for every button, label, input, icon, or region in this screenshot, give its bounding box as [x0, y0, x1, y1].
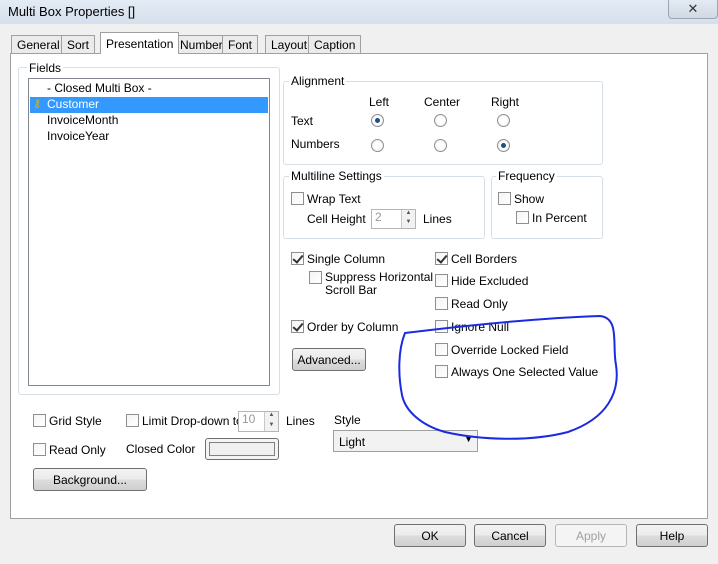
- key-icon: ⚷: [33, 98, 42, 110]
- wrap-text-checkbox[interactable]: [291, 192, 304, 205]
- suppress-scroll-label-2: Scroll Bar: [325, 283, 378, 297]
- numbers-align-left-radio[interactable]: [371, 139, 384, 152]
- multiline-group: [283, 176, 485, 239]
- in-percent-checkbox[interactable]: [516, 211, 529, 224]
- numbers-align-center-radio[interactable]: [434, 139, 447, 152]
- window-title: Multi Box Properties []: [8, 4, 136, 19]
- apply-button[interactable]: Apply: [555, 524, 627, 547]
- override-locked-checkbox[interactable]: [435, 343, 448, 356]
- tab-layout[interactable]: Layout: [265, 35, 314, 53]
- tab-presentation[interactable]: Presentation: [100, 32, 180, 54]
- show-frequency-checkbox[interactable]: [498, 192, 511, 205]
- help-button[interactable]: Help: [636, 524, 708, 547]
- tab-general[interactable]: General: [11, 35, 66, 53]
- style-label: Style: [334, 413, 361, 427]
- read-only-checkbox[interactable]: [33, 443, 46, 456]
- tab-font[interactable]: Font: [222, 35, 259, 53]
- color-swatch: [209, 442, 275, 456]
- tab-number[interactable]: Number: [174, 35, 229, 53]
- numbers-align-right-radio[interactable]: [497, 139, 510, 152]
- text-align-left-radio[interactable]: [371, 114, 384, 127]
- text-align-right-radio[interactable]: [497, 114, 510, 127]
- cell-height-stepper: 2 ▲ ▼: [371, 209, 416, 229]
- ok-button[interactable]: OK: [394, 524, 466, 547]
- dropdown-arrow-icon: ▼: [464, 434, 473, 444]
- read-only-option-checkbox[interactable]: [435, 297, 448, 310]
- single-column-label: Single Column: [307, 252, 386, 266]
- fields-label: Fields: [27, 61, 64, 75]
- closed-color-button[interactable]: [205, 438, 279, 460]
- grid-style-checkbox[interactable]: [33, 414, 46, 427]
- style-dropdown[interactable]: Light ▼: [333, 430, 478, 452]
- cell-height-lines-label: Lines: [423, 212, 452, 226]
- alignment-row-text: Text: [291, 114, 314, 128]
- read-only-option-label: Read Only: [451, 297, 508, 311]
- ignore-null-label: Ignore Null: [451, 320, 510, 334]
- spin-down-icon: ▼: [264, 421, 278, 431]
- limit-dropdown-checkbox[interactable]: [126, 414, 139, 427]
- frequency-label: Frequency: [496, 169, 557, 183]
- single-column-checkbox[interactable]: [291, 252, 304, 265]
- multiline-label: Multiline Settings: [289, 169, 384, 183]
- hide-excluded-checkbox[interactable]: [435, 274, 448, 287]
- frequency-group: [491, 176, 603, 239]
- alignment-label: Alignment: [289, 74, 347, 88]
- in-percent-label: In Percent: [532, 211, 587, 225]
- close-icon: ✕: [687, 0, 699, 16]
- override-locked-label: Override Locked Field: [451, 343, 569, 357]
- read-only-label: Read Only: [49, 443, 106, 457]
- fields-listbox[interactable]: - Closed Multi Box - ⚷ Customer InvoiceM…: [28, 78, 270, 386]
- always-one-selected-checkbox[interactable]: [435, 365, 448, 378]
- alignment-col-right: Right: [491, 95, 520, 109]
- tab-sort[interactable]: Sort: [61, 35, 96, 53]
- advanced-button[interactable]: Advanced...: [292, 348, 366, 371]
- suppress-scroll-label-1: Suppress Horizontal: [325, 270, 434, 284]
- limit-dropdown-stepper: 10 ▲ ▼: [238, 411, 279, 432]
- closed-color-label: Closed Color: [126, 442, 196, 456]
- cell-height-label: Cell Height: [307, 212, 366, 226]
- text-align-center-radio[interactable]: [434, 114, 447, 127]
- close-button[interactable]: ✕: [668, 0, 718, 19]
- list-item-selected[interactable]: ⚷ Customer: [30, 97, 268, 113]
- limit-lines-label: Lines: [286, 414, 315, 428]
- cell-borders-checkbox[interactable]: [435, 252, 448, 265]
- always-one-selected-label: Always One Selected Value: [451, 365, 599, 379]
- order-by-column-label: Order by Column: [307, 320, 399, 334]
- grid-style-label: Grid Style: [49, 414, 102, 428]
- show-frequency-label: Show: [514, 192, 545, 206]
- alignment-row-numbers: Numbers: [291, 137, 340, 151]
- title-bar: Multi Box Properties [] ✕: [0, 0, 718, 24]
- suppress-scroll-checkbox[interactable]: [309, 271, 322, 284]
- spin-up-icon: ▲: [401, 210, 415, 219]
- cancel-button[interactable]: Cancel: [474, 524, 546, 547]
- limit-dropdown-label: Limit Drop-down to: [142, 414, 243, 428]
- list-item[interactable]: InvoiceYear: [30, 129, 268, 145]
- spin-up-icon: ▲: [264, 412, 278, 422]
- cell-borders-label: Cell Borders: [451, 252, 518, 266]
- list-item[interactable]: - Closed Multi Box -: [30, 81, 268, 97]
- tab-caption[interactable]: Caption: [308, 35, 362, 53]
- alignment-col-center: Center: [424, 95, 461, 109]
- ignore-null-checkbox[interactable]: [435, 320, 448, 333]
- spin-down-icon: ▼: [401, 219, 415, 228]
- wrap-text-label: Wrap Text: [307, 192, 361, 206]
- list-item[interactable]: InvoiceMonth: [30, 113, 268, 129]
- background-button[interactable]: Background...: [33, 468, 147, 491]
- hide-excluded-label: Hide Excluded: [451, 274, 529, 288]
- alignment-col-left: Left: [369, 95, 390, 109]
- order-by-column-checkbox[interactable]: [291, 320, 304, 333]
